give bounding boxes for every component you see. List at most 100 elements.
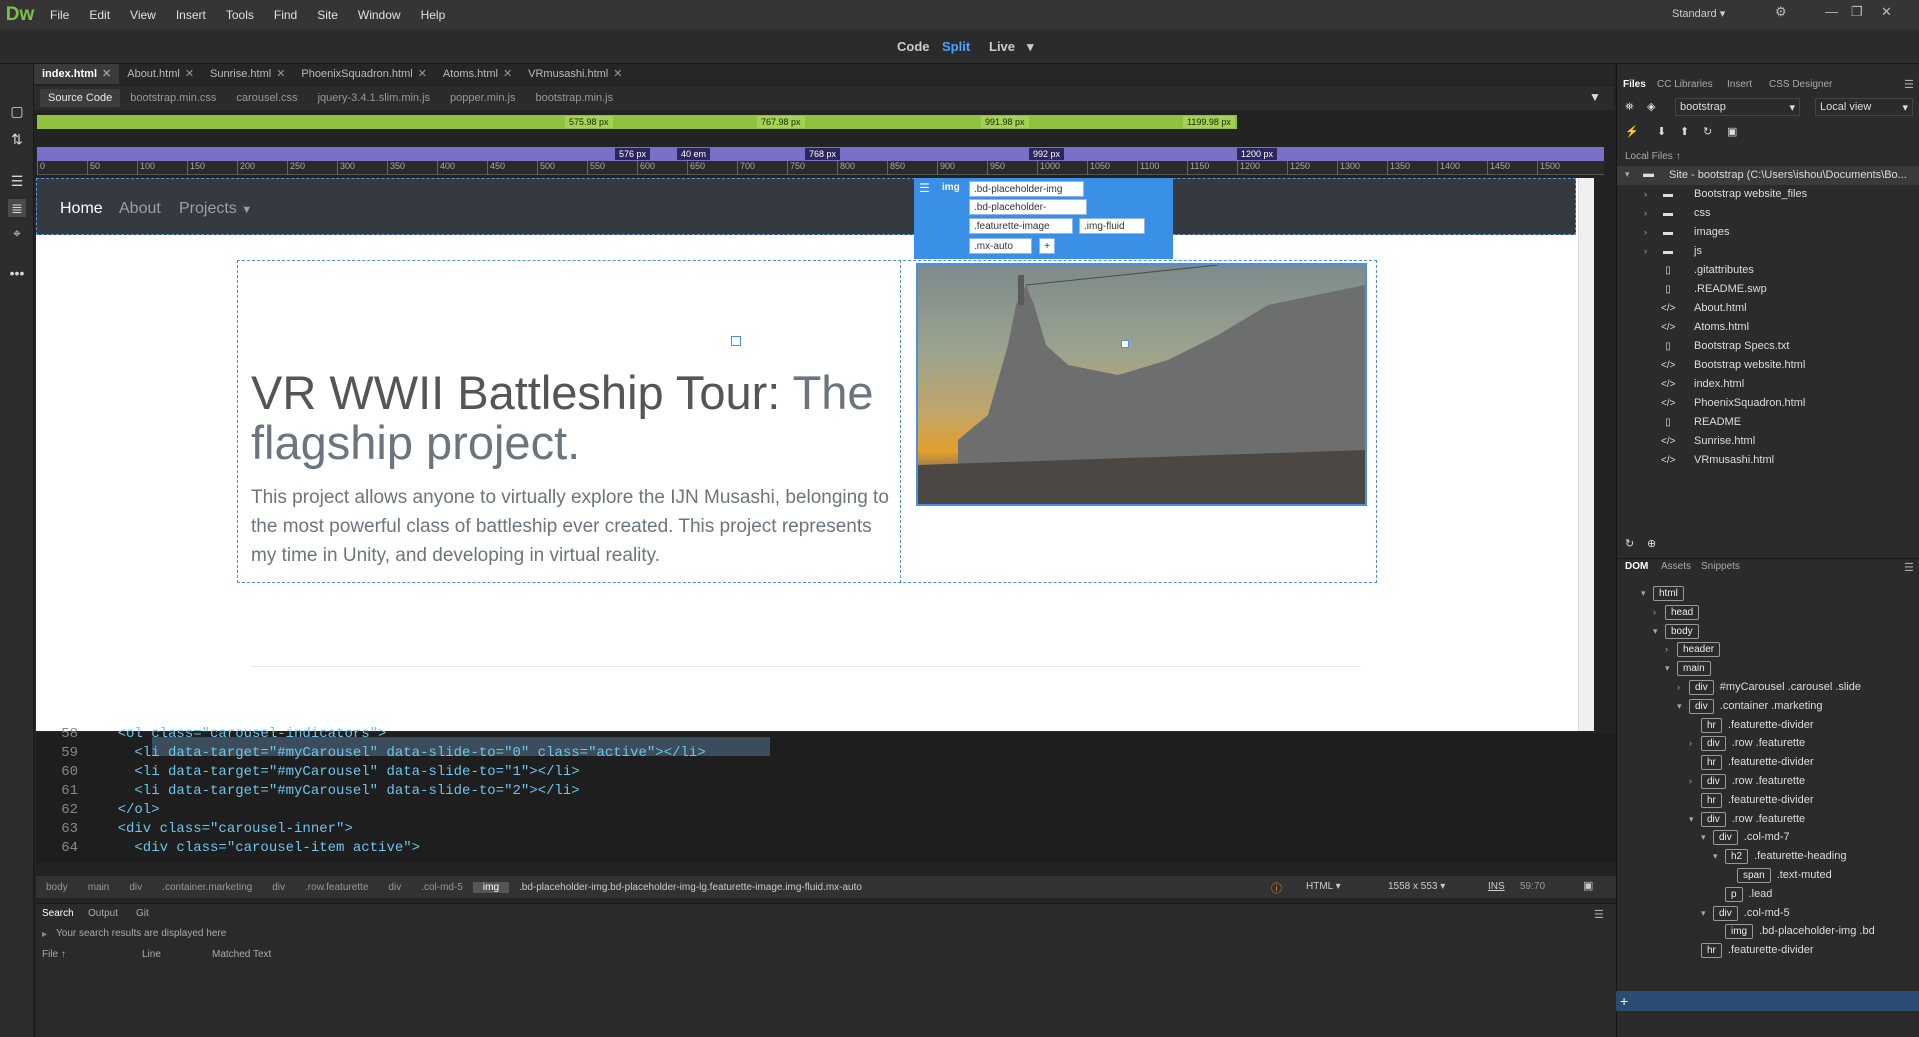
- tab-index-html[interactable]: index.html ✕: [34, 64, 120, 84]
- chevron-right-icon[interactable]: ›: [1653, 603, 1665, 621]
- inspect-icon[interactable]: ⌖: [8, 224, 26, 242]
- dom-node[interactable]: ▾ div .row .featurette: [1689, 810, 1805, 828]
- file-row[interactable]: ▯ .README.swp: [1617, 280, 1919, 299]
- code-collapse-icon[interactable]: ≣: [8, 199, 26, 217]
- code-line[interactable]: 60 <li data-target="#myCarousel" data-sl…: [36, 763, 1596, 782]
- dom-node[interactable]: › div #myCarousel .carousel .slide: [1677, 678, 1861, 696]
- chevron-right-icon[interactable]: ›: [1644, 204, 1647, 223]
- dom-node[interactable]: hr .featurette-divider: [1689, 941, 1814, 959]
- col-file[interactable]: File ↑: [42, 949, 66, 960]
- globe-icon[interactable]: ⊕: [1647, 537, 1656, 550]
- file-row[interactable]: </> index.html: [1617, 375, 1919, 394]
- dom-node[interactable]: hr .featurette-divider: [1689, 716, 1814, 734]
- tag-crumb[interactable]: .row.featurette: [295, 882, 378, 893]
- dom-node[interactable]: hr .featurette-divider: [1689, 791, 1814, 809]
- chevron-down-icon[interactable]: ▾: [1653, 622, 1665, 640]
- dom-tag[interactable]: div: [1689, 680, 1714, 695]
- tab-insert[interactable]: Insert: [1727, 79, 1752, 90]
- tag-crumb[interactable]: div: [119, 882, 152, 893]
- menu-site[interactable]: Site: [307, 8, 348, 22]
- tab-git[interactable]: Git: [136, 908, 149, 919]
- menu-find[interactable]: Find: [264, 8, 307, 22]
- workspace-switcher[interactable]: Standard ▾: [1672, 7, 1725, 20]
- resize-handle[interactable]: [731, 336, 741, 346]
- dom-tag[interactable]: span: [1737, 868, 1771, 883]
- file-row[interactable]: </> PhoenixSquadron.html: [1617, 394, 1919, 413]
- code-line[interactable]: 62 </ol>: [36, 801, 1596, 820]
- min-width-media-query-bar[interactable]: 576 px 40 em 768 px 992 px 1200 px: [37, 147, 1604, 161]
- close-tab-icon[interactable]: ✕: [276, 68, 285, 80]
- code-line[interactable]: 58 <ol class="carousel-indicators">: [36, 725, 1596, 744]
- dom-tag[interactable]: hr: [1701, 717, 1722, 733]
- hud-class-pill[interactable]: .mx-auto: [969, 238, 1032, 254]
- chevron-down-icon[interactable]: ▾: [1665, 659, 1677, 677]
- dom-node[interactable]: span .text-muted: [1725, 866, 1832, 884]
- dom-node[interactable]: ▾ div .col-md-5: [1701, 904, 1790, 922]
- file-row[interactable]: </> Atoms.html: [1617, 318, 1919, 337]
- chevron-down-icon[interactable]: ▾: [1701, 828, 1713, 846]
- menu-window[interactable]: Window: [348, 8, 411, 22]
- dom-tag[interactable]: div: [1689, 698, 1714, 714]
- dom-node[interactable]: img .bd-placeholder-img .bd: [1713, 922, 1875, 940]
- menu-edit[interactable]: Edit: [79, 8, 120, 22]
- tag-crumb[interactable]: main: [78, 882, 120, 893]
- tag-crumb[interactable]: body: [36, 882, 78, 893]
- restore-icon[interactable]: ❐: [1851, 4, 1863, 20]
- code-view-button[interactable]: Code: [897, 39, 930, 54]
- expand-icon[interactable]: ▣: [1727, 125, 1737, 138]
- split-view-button[interactable]: Split: [942, 39, 970, 54]
- tab-output[interactable]: Output: [88, 908, 118, 919]
- col-matched-text[interactable]: Matched Text: [212, 949, 271, 960]
- dom-tag[interactable]: div: [1701, 736, 1726, 752]
- dom-tag[interactable]: div: [1701, 774, 1726, 789]
- dom-tag[interactable]: div: [1713, 830, 1738, 846]
- dom-node[interactable]: ▾ div .col-md-7: [1701, 828, 1790, 846]
- chevron-right-icon[interactable]: ›: [1644, 242, 1647, 261]
- dom-node[interactable]: › div .row .featurette: [1689, 772, 1805, 790]
- chevron-right-icon[interactable]: ›: [1644, 185, 1647, 204]
- chevron-down-icon[interactable]: ▾: [1689, 810, 1701, 828]
- tab-vrmusashi-html[interactable]: VRmusashi.html ✕: [520, 64, 630, 84]
- tab-atoms-html[interactable]: Atoms.html ✕: [435, 64, 520, 84]
- chevron-down-icon[interactable]: ▾: [1641, 584, 1653, 602]
- chevron-right-icon[interactable]: ›: [1665, 640, 1677, 658]
- code-line[interactable]: 64 <div class="carousel-item active">: [36, 839, 1596, 858]
- mq-label[interactable]: 40 em: [677, 148, 711, 160]
- chevron-down-icon[interactable]: ▾: [1713, 847, 1725, 865]
- menu-file[interactable]: File: [40, 8, 79, 22]
- close-window-icon[interactable]: ✕: [1881, 4, 1892, 20]
- site-root-row[interactable]: ▾ ▬ Site - bootstrap (C:\Users\ishou\Doc…: [1617, 166, 1919, 185]
- file-row[interactable]: ▯ Bootstrap Specs.txt: [1617, 337, 1919, 356]
- tag-crumb[interactable]: div: [262, 882, 295, 893]
- file-row[interactable]: › ▬ css: [1617, 204, 1919, 223]
- more-tools-icon[interactable]: •••: [8, 264, 26, 282]
- refresh-icon[interactable]: ↻: [1703, 125, 1712, 138]
- open-documents-icon[interactable]: ▢: [8, 102, 26, 120]
- tab-sunrise-html[interactable]: Sunrise.html ✕: [202, 64, 293, 84]
- dom-tag[interactable]: hr: [1701, 755, 1722, 771]
- hud-menu-icon[interactable]: ☰: [919, 181, 930, 195]
- nav-about-link[interactable]: About: [119, 200, 161, 218]
- file-row[interactable]: ▯ .gitattributes: [1617, 261, 1919, 280]
- window-size-select[interactable]: 1558 x 553 ▾: [1388, 881, 1445, 892]
- sync-settings-icon[interactable]: ⚙: [1775, 4, 1787, 20]
- dom-tag[interactable]: hr: [1701, 792, 1722, 808]
- related-bootstrap-css[interactable]: bootstrap.min.css: [120, 92, 226, 104]
- manage-sites-icon[interactable]: ◈: [1647, 100, 1655, 113]
- format-source-icon[interactable]: ☰: [8, 172, 26, 190]
- tab-about-html[interactable]: About.html ✕: [119, 64, 202, 84]
- hud-class-pill[interactable]: .bd-placeholder-img: [969, 181, 1084, 197]
- file-row[interactable]: </> Sunrise.html: [1617, 432, 1919, 451]
- code-line[interactable]: 61 <li data-target="#myCarousel" data-sl…: [36, 782, 1596, 801]
- file-management-icon[interactable]: ⇅: [8, 130, 26, 148]
- tab-phoenixsquadron-html[interactable]: PhoenixSquadron.html ✕: [293, 64, 435, 84]
- dom-tag[interactable]: h2: [1725, 849, 1749, 865]
- file-row[interactable]: </> Bootstrap website.html: [1617, 356, 1919, 375]
- element-hud[interactable]: ☰ img .bd-placeholder-img .bd-placeholde…: [914, 178, 1173, 259]
- panel-menu-icon[interactable]: ☰: [1904, 561, 1914, 574]
- menu-help[interactable]: Help: [411, 8, 456, 22]
- col-line[interactable]: Line: [142, 949, 161, 960]
- mq-label[interactable]: 991.98 px: [981, 116, 1029, 128]
- related-source-code[interactable]: Source Code: [40, 89, 121, 107]
- mq-label[interactable]: 1200 px: [1237, 148, 1278, 160]
